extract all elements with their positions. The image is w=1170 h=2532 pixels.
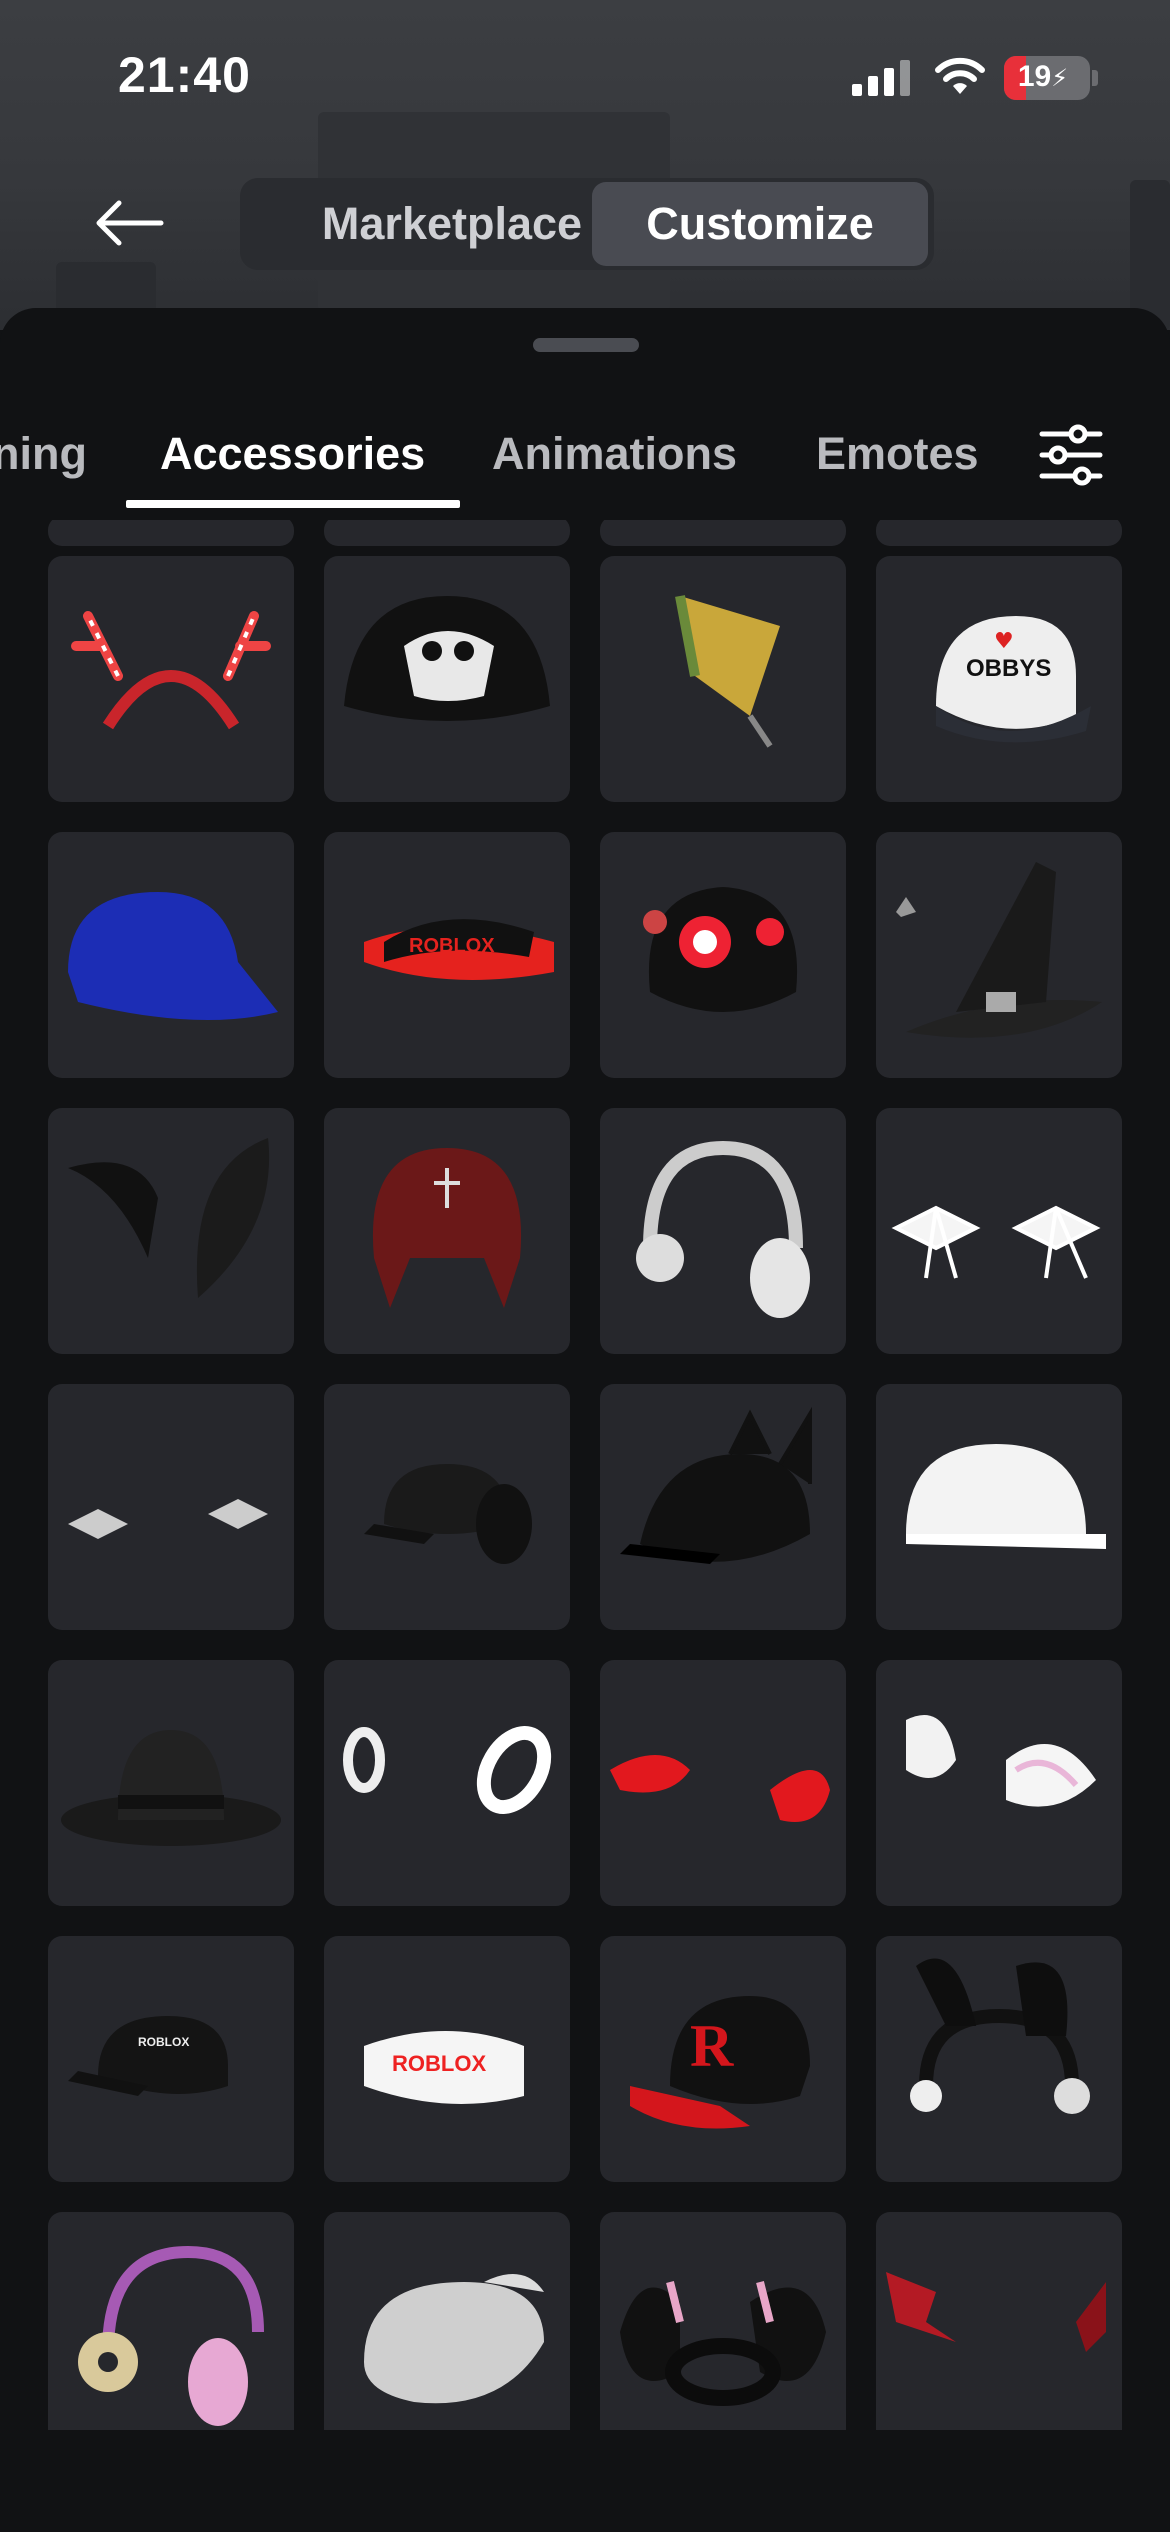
black-roblox-cap-icon: ROBLOX	[68, 2016, 228, 2096]
accessory-item[interactable]	[876, 1660, 1122, 1906]
accessory-item[interactable]	[876, 1936, 1122, 2182]
accessory-item[interactable]	[48, 1108, 294, 1354]
accessory-item[interactable]	[600, 2212, 846, 2430]
accessory-item[interactable]	[48, 1660, 294, 1906]
tab-accessories[interactable]: Accessories	[160, 428, 425, 480]
i-love-obbys-cap-icon: OBBYS♥	[936, 616, 1091, 743]
accessory-item[interactable]	[324, 1660, 570, 1906]
accessory-item[interactable]	[324, 556, 570, 802]
accessory-item[interactable]: OBBYS ♥	[876, 556, 1122, 802]
white-hoops-icon	[343, 1726, 552, 1814]
bunny-ears-icon	[906, 1715, 1096, 1807]
svg-text:♥: ♥	[994, 629, 1014, 654]
customize-sheet: ning Accessories Animations Emotes OBBYS…	[0, 308, 1170, 2532]
tab-emotes[interactable]: Emotes	[816, 428, 979, 480]
skull-beanie-icon	[344, 596, 550, 721]
battery-icon: 19⚡	[1004, 56, 1090, 100]
accessory-item[interactable]	[600, 832, 846, 1078]
battery-cap	[1092, 70, 1098, 86]
accessory-item[interactable]: R	[600, 1936, 846, 2182]
red-trapper-hat-icon	[372, 1148, 522, 1308]
blue-baseball-cap-icon	[68, 892, 278, 1020]
back-arrow-icon	[96, 200, 164, 246]
white-headphones-icon	[636, 1140, 810, 1318]
accessory-item[interactable]	[876, 832, 1122, 1078]
svg-text:R: R	[690, 2013, 734, 2079]
accessory-item-partial[interactable]	[324, 520, 570, 546]
status-time: 21:40	[118, 47, 251, 103]
white-cap-icon	[906, 1444, 1106, 1549]
sheet-drag-handle[interactable]	[533, 338, 639, 352]
reindeer-antler-headband-icon	[71, 611, 271, 730]
status-bar: 21:40 19⚡	[0, 0, 1170, 150]
category-tabs: ning Accessories Animations Emotes	[0, 388, 1170, 518]
filter-sliders-icon[interactable]	[1036, 420, 1106, 490]
accessory-item-partial[interactable]	[876, 520, 1122, 546]
accessory-item[interactable]	[48, 556, 294, 802]
segment-customize[interactable]: Customize	[592, 182, 928, 266]
roblox-visor-icon: ROBLOX	[364, 919, 554, 980]
red-r-cap-icon: R	[630, 1996, 810, 2129]
svg-text:OBBYS: OBBYS	[966, 655, 1051, 682]
accessory-item-partial[interactable]	[600, 520, 846, 546]
accessory-item[interactable]: ROBLOX	[48, 1936, 294, 2182]
svg-text:ROBLOX: ROBLOX	[392, 2051, 486, 2076]
accessory-item[interactable]	[48, 832, 294, 1078]
back-button[interactable]	[84, 188, 174, 258]
red-horns-icon	[610, 1755, 830, 1822]
white-bows-icon	[891, 1205, 1101, 1279]
view-segmented-control: Marketplace Customize	[240, 178, 934, 270]
cellular-signal-icon	[852, 58, 912, 96]
accessory-item[interactable]	[324, 1108, 570, 1354]
accessory-item[interactable]	[600, 556, 846, 802]
active-tab-indicator	[126, 500, 460, 508]
battery-level: 19	[1017, 60, 1052, 93]
black-horns-icon	[68, 1138, 270, 1298]
accessory-item[interactable]	[48, 1384, 294, 1630]
accessory-item[interactable]: ROBLOX	[324, 1936, 570, 2182]
accessory-item[interactable]	[324, 2212, 570, 2430]
accessory-grid: OBBYS ♥ ROBLOX ROBLOX ROBLOX R	[0, 520, 1170, 2430]
black-bunny-ring-icon	[620, 2281, 826, 2406]
svg-text:ROBLOX: ROBLOX	[409, 935, 495, 957]
black-bunny-headband-icon	[910, 1958, 1090, 2114]
accessory-item[interactable]: ROBLOX	[324, 832, 570, 1078]
cat-ears-cap-icon	[620, 1406, 812, 1564]
tab-clothing[interactable]: ning	[0, 428, 87, 480]
accessory-item[interactable]	[600, 1108, 846, 1354]
accessory-item[interactable]	[876, 1384, 1122, 1630]
white-beret-icon	[364, 2274, 544, 2404]
accessory-item[interactable]	[876, 2212, 1122, 2430]
accessory-item[interactable]	[876, 1108, 1122, 1354]
witch-hat-icon	[896, 862, 1102, 1038]
tab-animations[interactable]: Animations	[492, 428, 737, 480]
donut-headphones-icon	[78, 2245, 264, 2426]
accessory-item[interactable]	[600, 1384, 846, 1630]
white-roblox-visor-icon: ROBLOX	[364, 2031, 524, 2104]
accessory-item-partial[interactable]	[48, 520, 294, 546]
red-bat-wings-icon	[886, 2272, 1106, 2352]
black-puppy-ears-cap-icon	[364, 1464, 532, 1564]
accessory-item[interactable]	[324, 1384, 570, 1630]
black-fedora-icon	[61, 1730, 281, 1846]
svg-text:ROBLOX: ROBLOX	[138, 2035, 189, 2049]
small-bows-icon	[68, 1499, 268, 1539]
wifi-icon	[935, 57, 985, 94]
accessory-item[interactable]	[600, 1660, 846, 1906]
yellow-flag-accessory-icon	[675, 595, 780, 748]
accessory-item[interactable]	[48, 2212, 294, 2430]
eyeball-bear-hat-icon	[643, 887, 798, 1012]
